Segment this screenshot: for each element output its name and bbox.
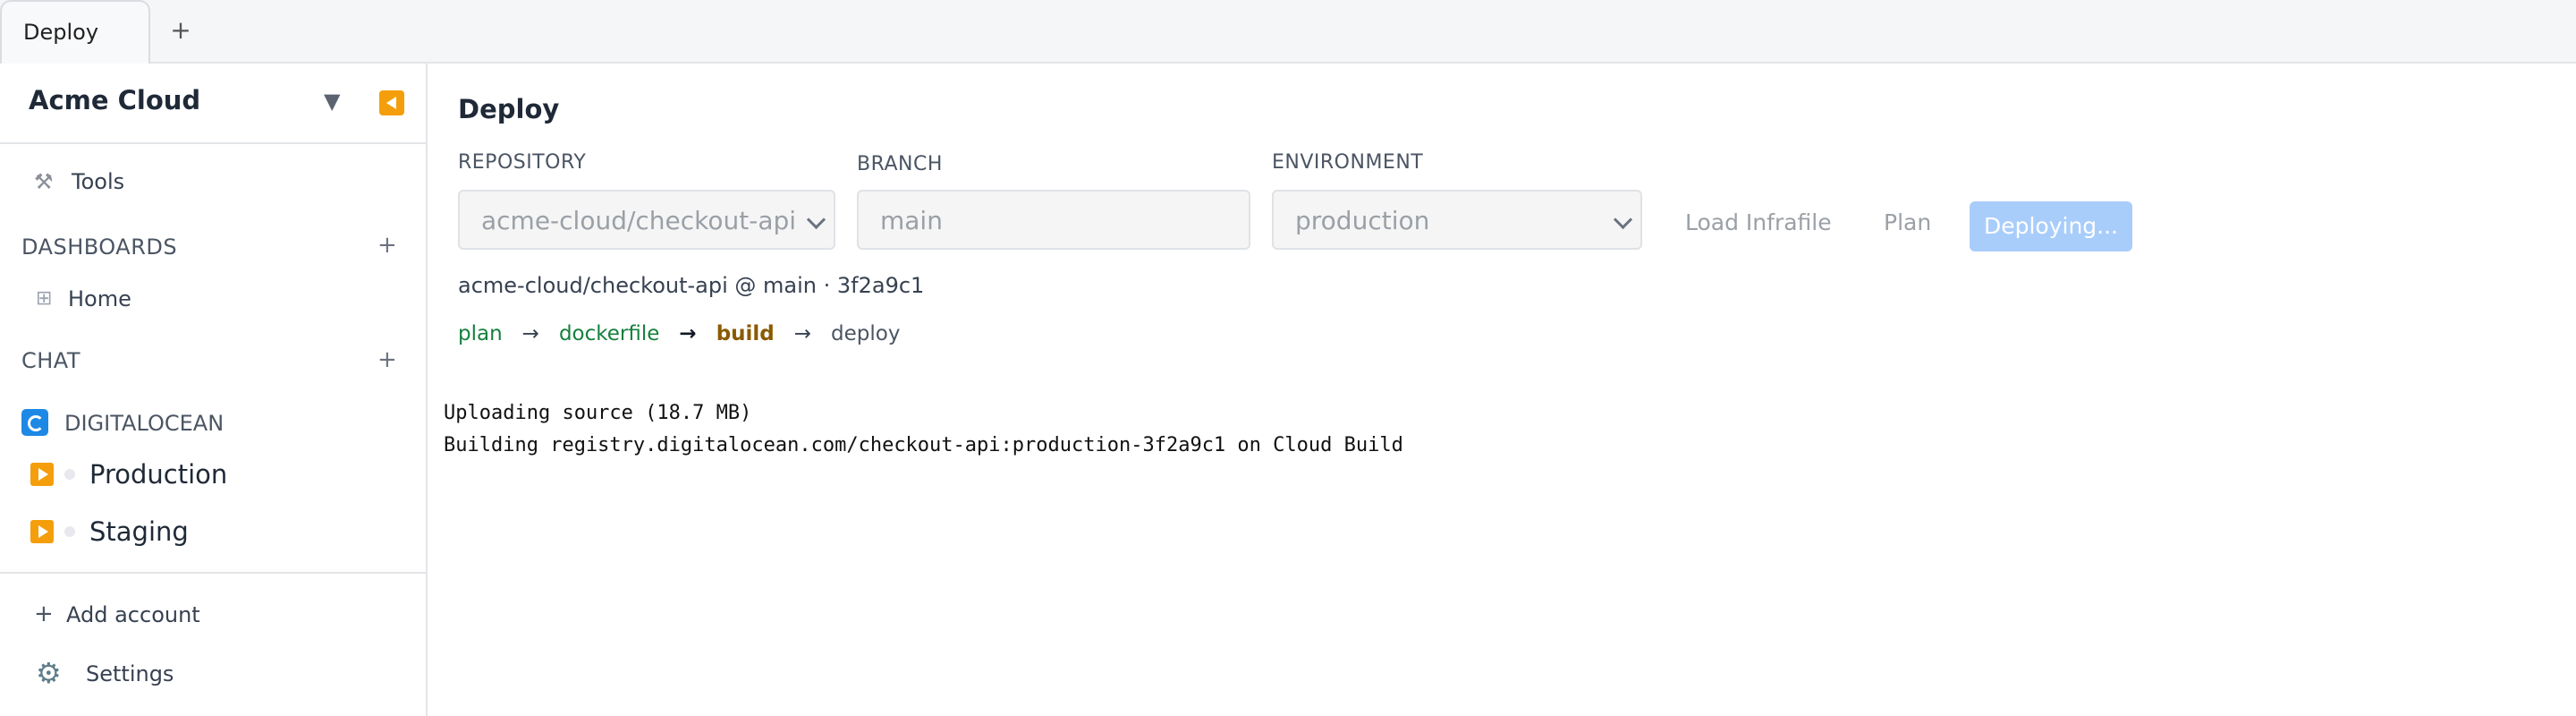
- status-dot: [64, 526, 75, 537]
- sidebar-item-label: Tools: [72, 169, 125, 194]
- main-content: Deploy REPOSITORY acme-cloud/checkout-ap…: [429, 64, 2576, 716]
- workspace-dropdown-icon[interactable]: ▼: [324, 89, 340, 114]
- branch-input[interactable]: main: [857, 190, 1250, 250]
- log-line: Uploading source (18.7 MB): [444, 402, 752, 424]
- deploy-log: Uploading source (18.7 MB) Building regis…: [444, 397, 1403, 462]
- arrow-icon: →: [521, 322, 539, 345]
- settings-button[interactable]: ⚙ Settings: [0, 654, 426, 694]
- pipeline-step-build: build: [716, 322, 775, 345]
- add-account-label: Add account: [66, 602, 200, 627]
- arrow-icon: →: [793, 322, 812, 345]
- repository-label: REPOSITORY: [458, 151, 587, 174]
- collapse-sidebar-icon[interactable]: [379, 90, 404, 115]
- workspace-name: Acme Cloud: [29, 85, 201, 115]
- repository-value: acme-cloud/checkout-api: [481, 206, 797, 235]
- sidebar-item-home[interactable]: ⊞ Home: [0, 282, 426, 318]
- pipeline-step-plan: plan: [458, 322, 503, 345]
- add-account-button[interactable]: + Add account: [0, 597, 426, 633]
- sidebar-item-tools[interactable]: ⚒ Tools: [0, 164, 426, 200]
- deploy-button[interactable]: Deploying...: [1970, 201, 2132, 251]
- environment-value: production: [1295, 206, 1430, 235]
- chevron-down-icon: [806, 209, 826, 230]
- provider-label: DIGITALOCEAN: [64, 411, 225, 436]
- gear-icon: ⚙: [36, 656, 62, 690]
- play-icon: [30, 463, 54, 486]
- plus-icon: +: [34, 601, 54, 627]
- divider: [0, 142, 426, 144]
- tab-bar: Deploy +: [0, 0, 2576, 64]
- sidebar: Acme Cloud ▼ ⚒ Tools DASHBOARDS + ⊞ Home…: [0, 64, 428, 716]
- repository-select[interactable]: acme-cloud/checkout-api: [458, 190, 835, 250]
- tab-label: Deploy: [23, 20, 99, 45]
- pipeline-step-deploy: deploy: [831, 322, 901, 345]
- sidebar-item-label: Home: [68, 286, 131, 311]
- plan-button[interactable]: Plan: [1884, 209, 1931, 235]
- environment-select[interactable]: production: [1272, 190, 1642, 250]
- load-infrafile-button[interactable]: Load Infrafile: [1685, 209, 1832, 235]
- play-icon: [30, 520, 54, 543]
- commit-info: acme-cloud/checkout-api @ main · 3f2a9c1: [458, 273, 925, 298]
- page-title: Deploy: [458, 94, 560, 124]
- chat-section-title: CHAT: [21, 348, 81, 373]
- status-dot: [64, 469, 75, 480]
- deploy-button-label: Deploying...: [1983, 213, 2119, 239]
- account-item-staging[interactable]: Staging: [0, 511, 426, 550]
- account-label: Production: [89, 459, 228, 490]
- pipeline-step-dockerfile: dockerfile: [558, 322, 660, 345]
- grid-icon: ⊞: [36, 287, 53, 310]
- add-chat-button[interactable]: +: [377, 346, 397, 373]
- new-tab-button[interactable]: +: [166, 14, 195, 47]
- tab-deploy[interactable]: Deploy: [0, 0, 150, 64]
- provider-digitalocean[interactable]: DIGITALOCEAN: [0, 405, 426, 441]
- digitalocean-icon: [21, 409, 48, 436]
- pipeline-steps: plan → dockerfile → build → deploy: [458, 322, 919, 345]
- account-item-production[interactable]: Production: [0, 454, 426, 493]
- account-label: Staging: [89, 516, 189, 547]
- branch-label: BRANCH: [857, 153, 943, 175]
- chevron-down-icon: [1613, 209, 1633, 230]
- branch-placeholder: main: [880, 206, 943, 235]
- arrow-icon: →: [679, 322, 697, 345]
- add-dashboard-button[interactable]: +: [377, 232, 397, 259]
- log-line: Building registry.digitalocean.com/check…: [444, 434, 1403, 456]
- environment-label: ENVIRONMENT: [1272, 151, 1424, 174]
- dashboards-section-title: DASHBOARDS: [21, 234, 178, 260]
- settings-label: Settings: [86, 661, 174, 686]
- tools-icon: ⚒: [34, 169, 54, 194]
- divider: [0, 572, 426, 574]
